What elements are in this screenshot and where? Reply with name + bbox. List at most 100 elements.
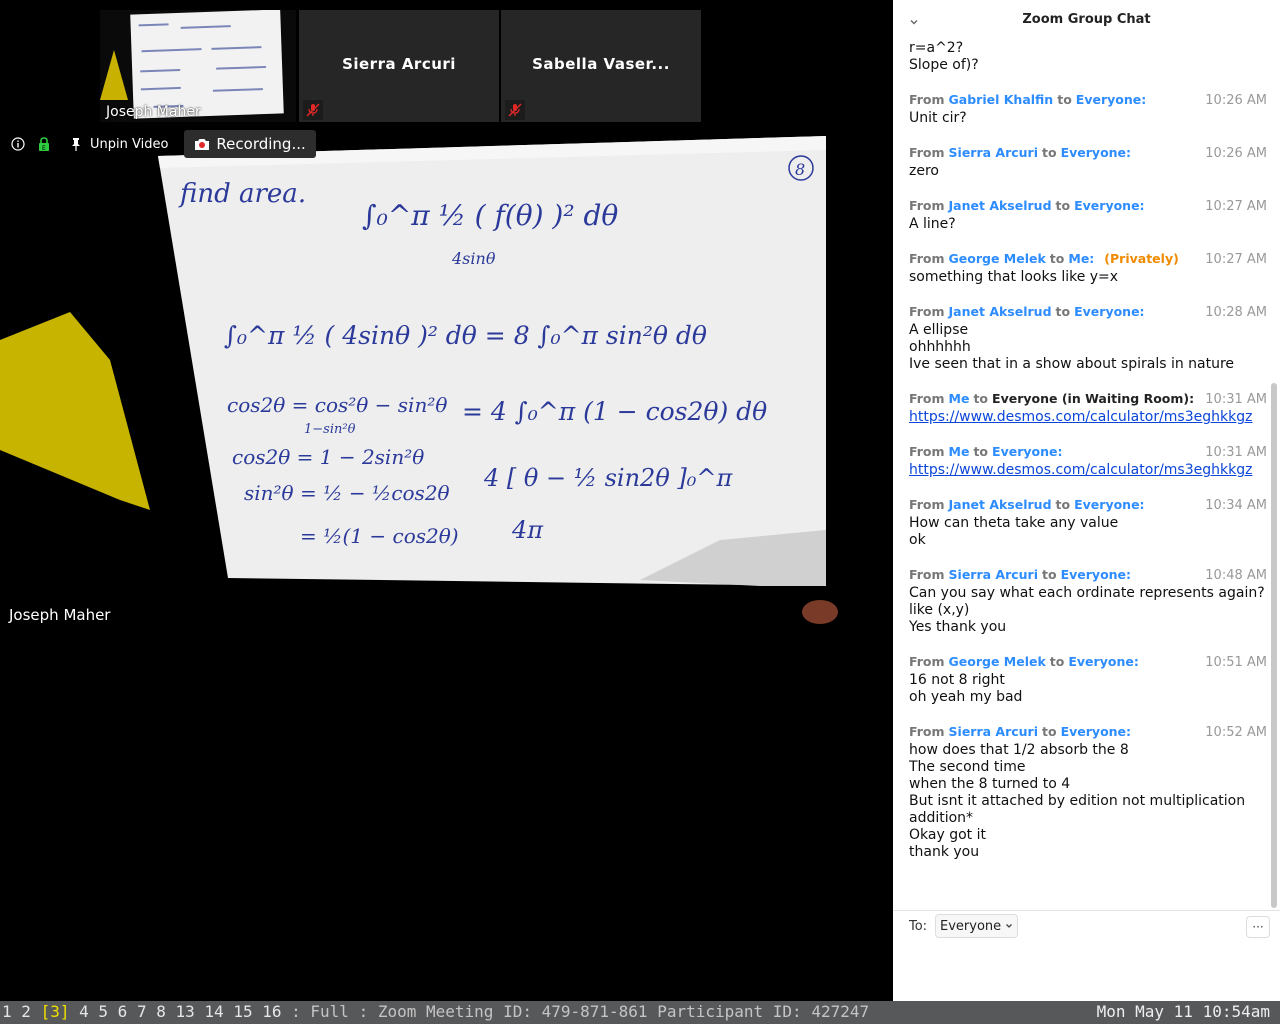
unpin-video-button[interactable]: Unpin Video: [62, 132, 174, 156]
chat-message: From Me to Everyone: 10:31 AM https://www.des…: [909, 444, 1267, 479]
whiteboard-line: 4 [ θ − ½ sin2θ ]₀^π: [483, 464, 733, 492]
chat-message: From Janet Akselrud to Everyone: 10:34 AM How…: [909, 497, 1267, 549]
chat-message-text: Slope of)?: [909, 57, 979, 73]
message-timestamp: 10:27 AM: [1205, 199, 1267, 214]
chat-message-text: The second time: [909, 759, 1026, 775]
status-info: : Full : Zoom Meeting ID: 479-871-861 Pa…: [291, 1002, 870, 1021]
workspace-item[interactable]: 8: [156, 1002, 166, 1021]
chat-message: r=a^2? Slope of)?: [909, 40, 1267, 74]
chat-message-text: something that looks like y=x: [909, 269, 1119, 285]
chat-message-list[interactable]: r=a^2? Slope of)? From Gabriel Khalfin to Eve…: [909, 40, 1267, 908]
chat-message-text: Can you say what each ordinate represent…: [909, 585, 1265, 601]
sender-name[interactable]: George Melek: [949, 654, 1046, 669]
workspace-item[interactable]: 16: [262, 1002, 281, 1021]
whiteboard-title: find area.: [178, 179, 306, 209]
from-label: From: [909, 497, 945, 512]
chat-message-text: But isnt it attached by edition not mult…: [909, 793, 1246, 809]
chat-message: From Janet Akselrud to Everyone: 10:27 AM A l…: [909, 198, 1267, 233]
message-timestamp: 10:31 AM: [1205, 392, 1267, 407]
sender-name[interactable]: Me: [949, 444, 970, 459]
chat-message-header: From Me to Everyone: 10:31 AM: [909, 444, 1267, 462]
workspace-item[interactable]: 6: [118, 1002, 128, 1021]
to-label: to: [1057, 92, 1072, 107]
hand-blob: [802, 600, 838, 624]
sender-name[interactable]: Janet Akselrud: [949, 304, 1052, 319]
chat-title: Zoom Group Chat: [1022, 12, 1151, 27]
whiteboard-line: sin²θ = ½ − ½cos2θ: [244, 481, 450, 505]
sender-name[interactable]: Gabriel Khalfin: [949, 92, 1054, 107]
sender-name[interactable]: Me: [949, 391, 970, 406]
message-timestamp: 10:34 AM: [1205, 498, 1267, 513]
chat-message: From George Melek to Me: (Privately) 10:27 AM…: [909, 251, 1267, 286]
chat-message-header: From Janet Akselrud to Everyone: 10:34 AM: [909, 497, 1267, 515]
from-label: From: [909, 654, 945, 669]
chat-message-text: oh yeah my bad: [909, 689, 1023, 705]
workspace-item[interactable]: [3]: [41, 1002, 70, 1021]
from-label: From: [909, 92, 945, 107]
recipient-name: Everyone:: [1060, 567, 1132, 582]
info-icon[interactable]: [10, 136, 26, 152]
meeting-video-area: Joseph Maher Sierra Arcuri Sabella Vaser…: [0, 0, 893, 1001]
chat-message-header: From Gabriel Khalfin to Everyone: 10:26 AM: [909, 92, 1267, 110]
sender-name[interactable]: Sierra Arcuri: [949, 145, 1038, 160]
sender-name[interactable]: Janet Akselrud: [949, 497, 1052, 512]
recipient-name: Everyone:: [1074, 304, 1145, 319]
status-bar: 1 2 [3] 4 5 6 7 8 13 14 15 16 : Full : Z…: [0, 1001, 1280, 1024]
message-timestamp: 10:51 AM: [1205, 655, 1267, 670]
workspace-item[interactable]: 7: [137, 1002, 147, 1021]
sender-name[interactable]: Sierra Arcuri: [949, 724, 1038, 739]
to-label: to: [1042, 567, 1057, 582]
video-toolbar: E Unpin Video Recording...: [10, 130, 316, 158]
workspace-item[interactable]: 5: [98, 1002, 108, 1021]
chat-message: From Me to Everyone (in Waiting Room): 10:31…: [909, 391, 1267, 426]
from-label: From: [909, 145, 945, 160]
workspace-item[interactable]: 15: [233, 1002, 252, 1021]
chat-scrollbar-thumb[interactable]: [1271, 383, 1277, 908]
private-badge: (Privately): [1104, 251, 1179, 266]
chat-message: From Sierra Arcuri to Everyone: 10:52 AM how …: [909, 724, 1267, 861]
chat-message-text: how does that 1/2 absorb the 8: [909, 742, 1129, 758]
chat-scrollbar[interactable]: [1271, 40, 1277, 908]
chat-message-link[interactable]: https://www.desmos.com/calculator/ms3egh…: [909, 409, 1267, 426]
workspace-item[interactable]: 2: [21, 1002, 31, 1021]
recipient-dropdown[interactable]: Everyone: [935, 914, 1019, 938]
chat-message-text: Unit cir?: [909, 110, 967, 126]
recipient-name: Everyone (in Waiting Room):: [992, 391, 1195, 406]
chat-composer: To: Everyone ···: [893, 910, 1280, 1002]
chat-message-text: zero: [909, 163, 939, 179]
chat-message-text: Okay got it: [909, 827, 986, 843]
recipient-name: Everyone:: [1060, 145, 1132, 160]
sender-name[interactable]: Janet Akselrud: [949, 198, 1052, 213]
encryption-lock-icon[interactable]: E: [36, 136, 52, 152]
sender-name[interactable]: George Melek: [949, 251, 1046, 266]
chat-message: From Gabriel Khalfin to Everyone: 10:26 AM Un…: [909, 92, 1267, 127]
workspace-item[interactable]: 14: [204, 1002, 223, 1021]
chat-message-header: From Me to Everyone (in Waiting Room): 10:31…: [909, 391, 1267, 409]
chat-message-link[interactable]: https://www.desmos.com/calculator/ms3egh…: [909, 462, 1267, 479]
workspace-item[interactable]: 1: [2, 1002, 12, 1021]
workspace-item[interactable]: 13: [176, 1002, 195, 1021]
to-label: to: [973, 391, 989, 406]
whiteboard-line: cos2θ = cos²θ − sin²θ: [227, 393, 447, 417]
chat-message-text: thank you: [909, 844, 980, 860]
chat-message: From Sierra Arcuri to Everyone: 10:48 AM Can …: [909, 567, 1267, 636]
more-options-button[interactable]: ···: [1246, 916, 1270, 938]
whiteboard-page-mark: 8: [795, 160, 805, 179]
chat-message-text: A line?: [909, 216, 956, 232]
sender-name[interactable]: Sierra Arcuri: [949, 567, 1038, 582]
chat-header: Zoom Group Chat: [893, 0, 1280, 40]
unpin-video-label: Unpin Video: [90, 136, 169, 152]
chat-message-header: From Sierra Arcuri to Everyone: 10:26 AM: [909, 145, 1267, 163]
recipient-name: Everyone:: [1074, 497, 1145, 512]
from-label: From: [909, 198, 945, 213]
chat-message-text: r=a^2?: [909, 40, 964, 56]
whiteboard-line: = ½(1 − cos2θ): [300, 524, 459, 548]
from-label: From: [909, 251, 945, 266]
recipient-label: To:: [909, 919, 928, 934]
message-timestamp: 10:52 AM: [1205, 725, 1267, 740]
recipient-name: Me:: [1068, 251, 1095, 266]
chat-message-header: From Sierra Arcuri to Everyone: 10:48 AM: [909, 567, 1267, 585]
recording-indicator[interactable]: Recording...: [184, 130, 316, 158]
workspace-item[interactable]: 4: [79, 1002, 89, 1021]
workspace-list: 1 2 [3] 4 5 6 7 8 13 14 15 16 : Full : Z…: [2, 1002, 869, 1021]
